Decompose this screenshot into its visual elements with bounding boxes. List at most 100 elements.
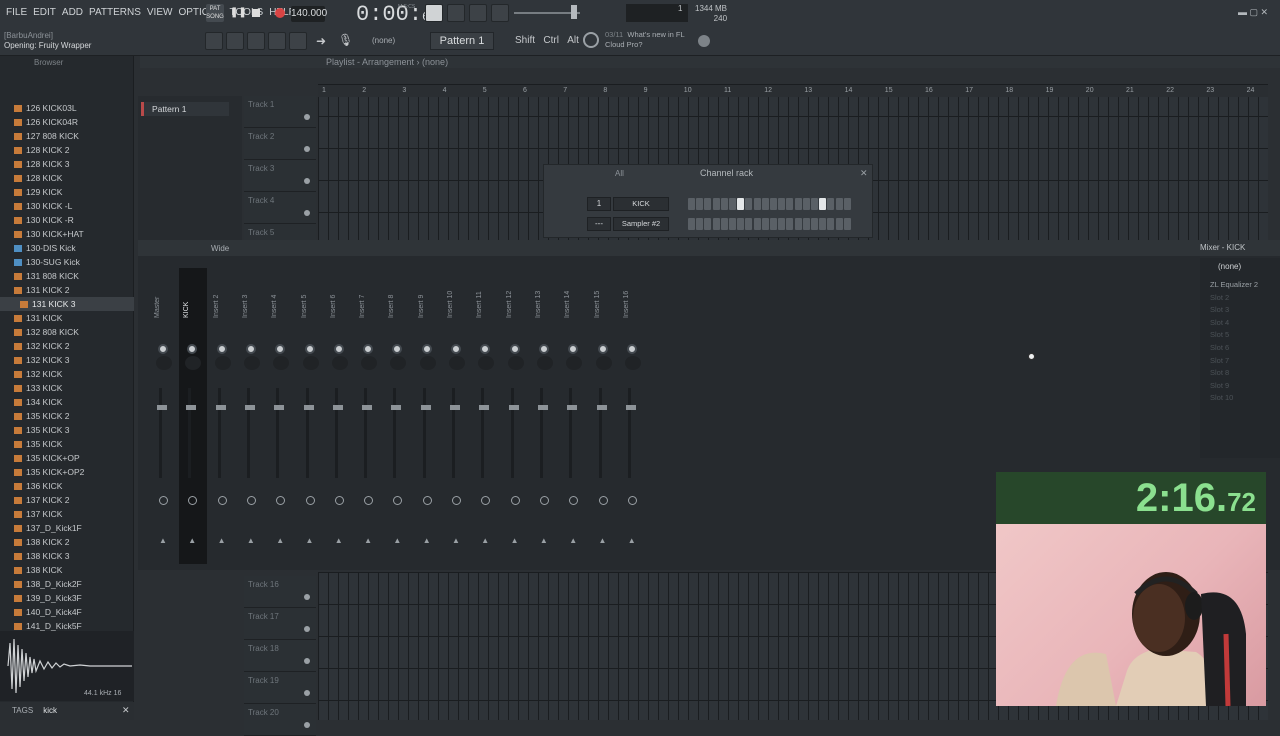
step-button[interactable] (696, 218, 704, 230)
mixer-fader-handle[interactable] (420, 405, 431, 410)
step-button[interactable] (729, 198, 736, 210)
pattern-selector[interactable]: Pattern 1 (430, 32, 494, 50)
browser-item[interactable]: 134 KICK (0, 395, 134, 409)
track-mute-led[interactable] (304, 722, 310, 728)
metronome-button[interactable] (425, 4, 443, 22)
browser-item[interactable]: 140_D_Kick4F (0, 605, 134, 619)
fx-slot[interactable]: Slot 5 (1210, 330, 1229, 339)
mixer-volume-fader[interactable] (510, 388, 514, 478)
mixer-fader-handle[interactable] (157, 405, 167, 410)
mixer-fader-handle[interactable] (186, 405, 197, 410)
mixer-stereo-knob[interactable] (156, 356, 172, 370)
route-arrow-icon[interactable]: ▲ (247, 536, 255, 545)
mixer-pan-knob[interactable] (158, 344, 168, 354)
close-icon[interactable]: ✕ (860, 168, 868, 179)
step-button[interactable] (827, 198, 835, 210)
mixer-send-icon[interactable] (481, 496, 491, 505)
browser-item[interactable]: 128 KICK 2 (0, 143, 134, 157)
mixer-fader-handle[interactable] (332, 405, 343, 410)
fx-slot[interactable]: Slot 2 (1210, 293, 1229, 302)
mixer-fader-handle[interactable] (274, 405, 285, 410)
browser-item[interactable]: 130 KICK+HAT (0, 227, 134, 241)
mixer-volume-fader[interactable] (246, 388, 250, 478)
step-button[interactable] (786, 218, 794, 230)
mixer-stereo-knob[interactable] (478, 356, 495, 370)
browser-item[interactable]: 131 808 KICK (0, 269, 134, 283)
mixer-pan-knob[interactable] (275, 344, 286, 354)
step-button[interactable] (753, 198, 761, 210)
mixer-stereo-knob[interactable] (624, 356, 641, 370)
browser-item[interactable]: 126 KICK04R (0, 115, 134, 129)
mixer-pan-knob[interactable] (421, 344, 432, 354)
mixer-stereo-knob[interactable] (595, 356, 612, 370)
mixer-strip[interactable]: Insert 16 ▲ (619, 268, 647, 564)
fx-slot[interactable]: ZL Equalizer 2 (1210, 280, 1258, 289)
master-volume-handle[interactable] (571, 5, 577, 19)
step-button[interactable] (811, 218, 818, 230)
browser-toolbar[interactable] (0, 72, 134, 90)
mixer-strip[interactable]: KICK ▲ (179, 268, 208, 564)
browser-item[interactable]: 127 808 KICK (0, 129, 134, 143)
mixer-strip[interactable]: Insert 11 ▲ (472, 268, 500, 564)
mixer-volume-fader[interactable] (481, 388, 485, 478)
browser-item[interactable]: 137_D_Kick1F (0, 521, 134, 535)
browser-item[interactable]: 128 KICK 3 (0, 157, 134, 171)
mixer-fader-handle[interactable] (596, 405, 607, 410)
mixer-pan-knob[interactable] (245, 344, 256, 354)
mixer-pan-knob[interactable] (216, 344, 227, 354)
route-arrow-icon[interactable]: ▲ (511, 536, 519, 545)
pause-button[interactable]: ❚❚ (230, 7, 247, 19)
playlist-ruler[interactable]: 1 2 3 4 5 6 7 8 9 10 11 12 13 14 15 16 17 18 19 20 21 22 23 24 (318, 85, 1268, 97)
tempo-display[interactable]: 140.000 (291, 6, 327, 22)
mixer-volume-fader[interactable] (539, 388, 543, 478)
shift-key[interactable]: Shift (515, 35, 535, 46)
mixer-stereo-knob[interactable] (273, 356, 290, 370)
browser-item[interactable]: 135 KICK 3 (0, 423, 134, 437)
step-button[interactable] (720, 218, 728, 230)
menu-add[interactable]: ADD (62, 7, 83, 18)
browser-item[interactable]: 128 KICK (0, 171, 134, 185)
mixer-send-icon[interactable] (334, 496, 344, 505)
fx-slot[interactable]: Slot 9 (1210, 381, 1229, 390)
mixer-volume-fader[interactable] (159, 388, 162, 478)
channel-name-button[interactable]: Sampler #2 (613, 217, 669, 231)
step-button[interactable] (737, 198, 745, 210)
channel-filter[interactable]: All (615, 169, 624, 178)
mixer-send-icon[interactable] (246, 496, 256, 505)
route-arrow-icon[interactable]: ▲ (188, 536, 196, 545)
mixer-volume-fader[interactable] (276, 388, 280, 478)
mixer-strip[interactable]: Insert 5 ▲ (297, 268, 325, 564)
route-arrow-icon[interactable]: ▲ (218, 536, 226, 545)
step-button[interactable] (729, 218, 736, 230)
route-arrow-icon[interactable]: ▲ (423, 536, 431, 545)
step-button[interactable] (819, 198, 827, 210)
mixer-stereo-knob[interactable] (185, 356, 202, 370)
browser-item[interactable]: 131 KICK 3 (0, 297, 134, 311)
step-button[interactable] (843, 198, 851, 210)
browser-item[interactable]: 130 KICK -R (0, 213, 134, 227)
step-button[interactable] (802, 218, 810, 230)
step-button[interactable] (794, 218, 802, 230)
mixer-send-icon[interactable] (188, 496, 198, 505)
step-button[interactable] (811, 198, 818, 210)
mixer-view-mode[interactable]: Wide (211, 244, 229, 253)
browser-item[interactable]: 135 KICK (0, 437, 134, 451)
browser-item[interactable]: 138 KICK 2 (0, 535, 134, 549)
route-arrow-icon[interactable]: ▲ (364, 536, 372, 545)
mixer-send-icon[interactable] (452, 496, 461, 505)
mixer-volume-fader[interactable] (305, 388, 309, 478)
step-button[interactable] (761, 198, 769, 210)
browser-item[interactable]: 132 808 KICK (0, 325, 134, 339)
browser-item[interactable]: 130 KICK -L (0, 199, 134, 213)
mixer-fader-handle[interactable] (362, 405, 373, 410)
step-button[interactable] (753, 218, 761, 230)
fx-slot[interactable]: Slot 3 (1210, 305, 1229, 314)
mixer-send-icon[interactable] (217, 496, 227, 505)
track-mute-led[interactable] (304, 114, 310, 120)
step-button[interactable] (745, 198, 753, 210)
route-arrow-icon[interactable]: ▲ (393, 536, 401, 545)
mixer-volume-fader[interactable] (188, 388, 192, 478)
step-edit-button[interactable] (491, 4, 509, 22)
route-arrow-icon[interactable]: ▲ (335, 536, 343, 545)
stop-button[interactable] (252, 9, 260, 17)
